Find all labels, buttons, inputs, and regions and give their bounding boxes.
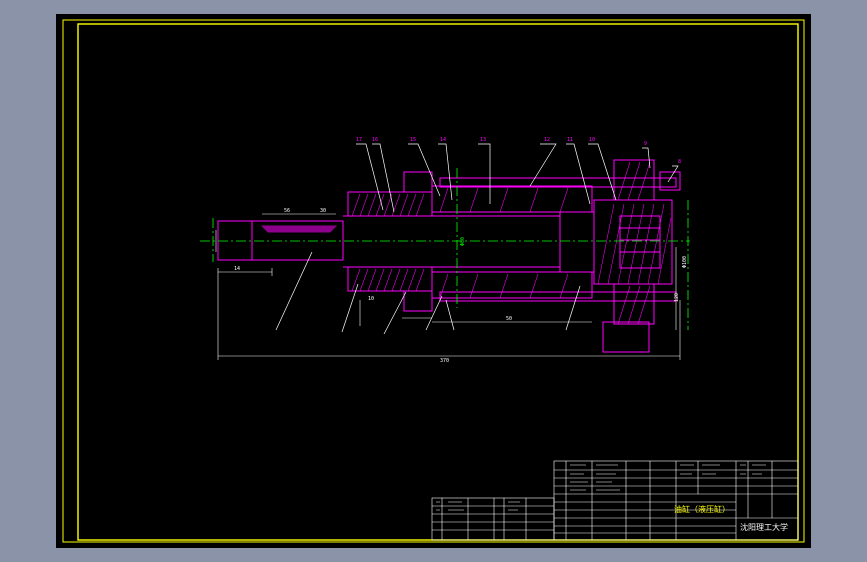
- drawing-title: 油缸（液压缸）: [674, 504, 730, 514]
- balloon-9: 9: [644, 141, 647, 147]
- balloon-17: 17: [356, 137, 362, 143]
- dim-bore: Φ80: [460, 237, 466, 246]
- balloon-10: 10: [589, 137, 595, 143]
- cad-drawing: 17 16 15 14 13 12 11 10 9 8 56 30 14 370…: [56, 14, 811, 548]
- dim-120: 120: [674, 293, 680, 302]
- school-name: 沈阳理工大学: [740, 522, 788, 532]
- dim-50: 50: [506, 316, 512, 322]
- dim-30: 30: [320, 208, 326, 214]
- dim-14: 14: [234, 266, 240, 272]
- balloon-16: 16: [372, 137, 378, 143]
- dim-56: 56: [284, 208, 290, 214]
- balloon-13: 13: [480, 137, 486, 143]
- dim-overall: 370: [440, 358, 449, 364]
- dim-outer: Φ100: [682, 256, 688, 268]
- balloon-15: 15: [410, 137, 416, 143]
- dim-10: 10: [368, 296, 374, 302]
- balloon-14: 14: [440, 137, 446, 143]
- balloon-8: 8: [678, 159, 681, 165]
- balloon-12: 12: [544, 137, 550, 143]
- balloon-11: 11: [567, 137, 573, 143]
